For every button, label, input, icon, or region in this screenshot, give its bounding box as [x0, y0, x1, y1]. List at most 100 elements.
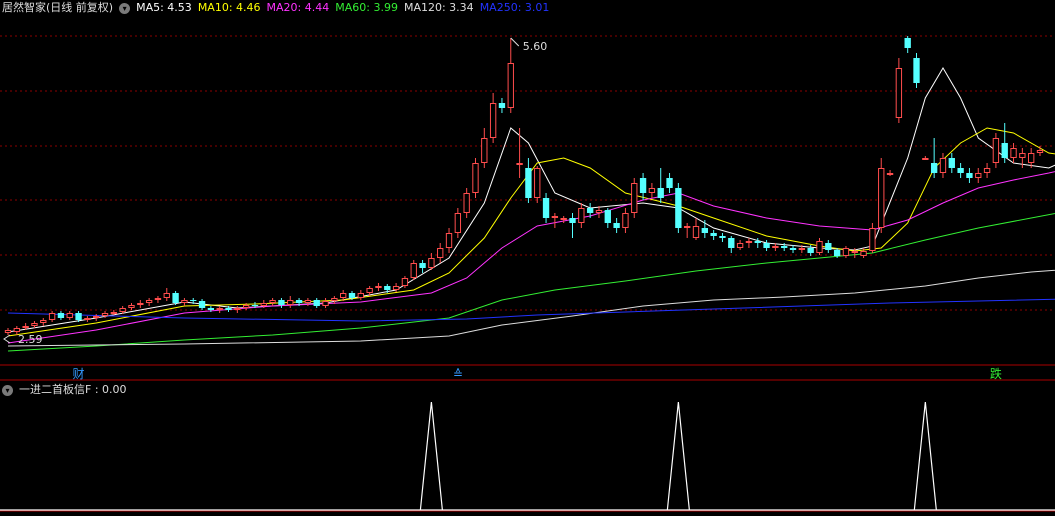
candle-body — [595, 210, 603, 213]
candle — [525, 158, 532, 203]
candle — [57, 311, 65, 320]
candle-body — [710, 233, 717, 236]
candle-body — [48, 313, 56, 320]
candle — [604, 208, 611, 228]
candle-body — [789, 248, 797, 250]
candle — [613, 218, 620, 233]
candle-body — [234, 308, 241, 310]
candle — [975, 168, 982, 183]
candle — [216, 306, 223, 313]
candle-body — [772, 246, 779, 248]
ma250-label: MA250: 3.01 — [479, 1, 550, 14]
candle-body — [516, 163, 523, 165]
candle-body — [4, 330, 12, 333]
candle-body — [525, 168, 532, 198]
candle — [578, 203, 585, 228]
candle — [710, 230, 717, 240]
candle-body — [242, 305, 250, 308]
candle-body — [913, 58, 920, 83]
candle-body — [886, 173, 894, 175]
candle-body — [366, 288, 373, 293]
candle-body — [295, 300, 303, 303]
candle — [278, 298, 285, 308]
candle — [1001, 123, 1008, 163]
candle-body — [807, 248, 814, 253]
candle-body — [869, 228, 876, 251]
candle-body — [922, 158, 929, 160]
candle — [878, 158, 885, 233]
candle — [145, 298, 153, 306]
event-markers[interactable]: 财≙跌涨 — [73, 366, 1055, 381]
signal-spike — [419, 401, 443, 511]
candle-body — [728, 238, 735, 248]
candle-body — [357, 293, 364, 298]
candle — [666, 173, 673, 193]
candle — [701, 220, 708, 238]
ma-line-ma10 — [7, 127, 1055, 337]
candle — [472, 158, 479, 198]
candle — [198, 299, 206, 310]
candle-body — [1019, 153, 1026, 158]
candle — [445, 228, 453, 253]
candle-body — [31, 323, 38, 326]
candle — [842, 246, 850, 258]
candle — [128, 303, 135, 310]
candle — [428, 253, 435, 270]
candle-body — [445, 233, 453, 248]
candle-body — [586, 208, 594, 213]
candle-body — [278, 300, 285, 305]
candle — [816, 238, 823, 255]
event-marker[interactable]: ≙ — [453, 367, 463, 381]
high-marker — [510, 37, 520, 47]
candle-body — [472, 163, 479, 193]
candle — [534, 166, 541, 203]
ma120-label: MA120: 3.34 — [403, 1, 474, 14]
candle-body — [93, 316, 100, 318]
candle — [163, 288, 170, 301]
candle-body — [692, 226, 700, 238]
candle-body — [798, 248, 806, 250]
candle-body — [754, 241, 761, 243]
candle-body — [939, 158, 947, 173]
chevron-down-icon[interactable]: ▾ — [119, 2, 131, 14]
candle — [922, 156, 929, 160]
candle-body — [22, 326, 29, 328]
candle — [516, 128, 523, 178]
candle — [648, 183, 656, 198]
event-marker[interactable]: 跌 — [990, 366, 1002, 381]
candle-body — [128, 305, 135, 308]
stock-title: 居然智家(日线 前复权) — [2, 1, 114, 14]
candle — [569, 213, 576, 238]
candle-body — [860, 251, 867, 256]
candle — [172, 291, 179, 305]
candle — [437, 243, 444, 263]
candle-body — [57, 313, 65, 318]
candle-body — [684, 226, 691, 228]
candle-body — [40, 320, 47, 323]
candle-body — [119, 308, 126, 312]
candle — [454, 208, 462, 238]
signal-spike — [913, 401, 937, 511]
candle — [410, 260, 417, 280]
candle-body — [101, 313, 109, 316]
kline-chart[interactable]: 5.602.59 财≙跌涨 — [0, 0, 1055, 516]
candle-body — [172, 293, 179, 303]
candle — [719, 233, 726, 242]
candle-body — [675, 188, 682, 228]
chevron-down-icon[interactable]: ▾ — [2, 384, 13, 396]
candle — [622, 208, 629, 233]
candle-body — [145, 300, 153, 303]
candle-body — [489, 103, 497, 138]
candle-body — [930, 163, 938, 173]
candle-body — [287, 300, 294, 305]
event-marker[interactable]: 财 — [73, 367, 85, 381]
candle — [966, 168, 973, 183]
candle — [542, 193, 550, 223]
indicator-label: 一进二首板信F : 0.00 — [19, 383, 127, 396]
candle — [489, 93, 497, 143]
candle-body — [110, 312, 118, 314]
ma-line-ma250 — [7, 298, 1055, 322]
candle-body — [534, 168, 541, 198]
candle-body — [137, 303, 144, 305]
candle — [992, 133, 1000, 168]
